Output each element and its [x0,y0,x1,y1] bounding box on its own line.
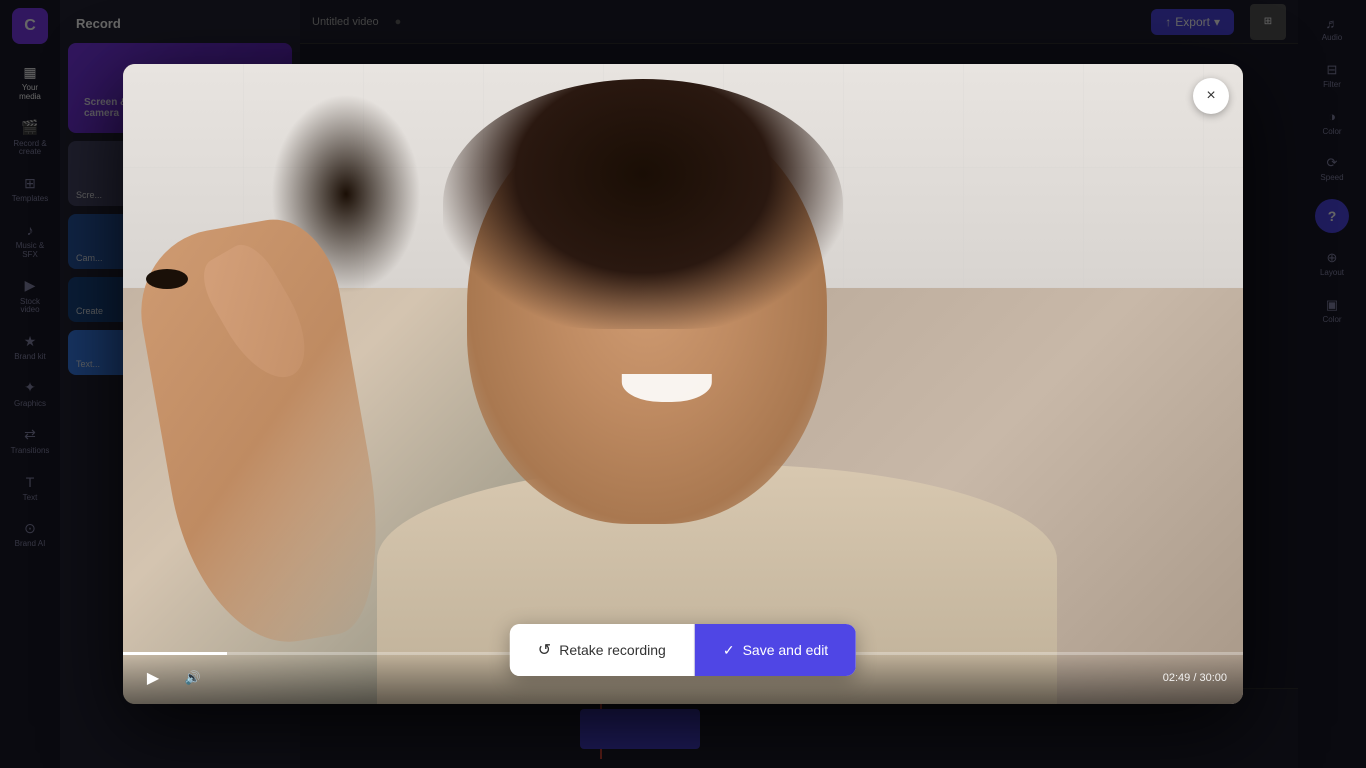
retake-icon: ↺ [538,640,551,660]
volume-icon: 🔊 [185,670,201,686]
person-hair [443,79,843,329]
person-eye-right [146,269,188,289]
modal-overlay: × [0,0,1366,768]
volume-button[interactable]: 🔊 [179,664,207,692]
close-icon: × [1206,87,1215,105]
time-display: 02:49 / 30:00 [1163,672,1227,684]
video-background [123,64,1243,704]
play-icon: ▶ [147,668,159,688]
total-time: 30:00 [1199,672,1227,684]
play-button[interactable]: ▶ [139,664,167,692]
save-label: Save and edit [743,642,829,658]
modal-close-button[interactable]: × [1193,78,1229,114]
retake-label: Retake recording [559,642,666,658]
video-container: ▶ 🔊 02:49 / 30:00 [123,64,1243,704]
save-checkmark-icon: ✓ [723,642,735,659]
action-buttons: ↺ Retake recording ✓ Save and edit [510,624,856,676]
recording-preview-modal: × [123,64,1243,704]
save-and-edit-button[interactable]: ✓ Save and edit [695,624,856,676]
progress-bar-fill [123,652,227,655]
retake-recording-button[interactable]: ↺ Retake recording [510,624,695,676]
current-time: 02:49 [1163,672,1191,684]
